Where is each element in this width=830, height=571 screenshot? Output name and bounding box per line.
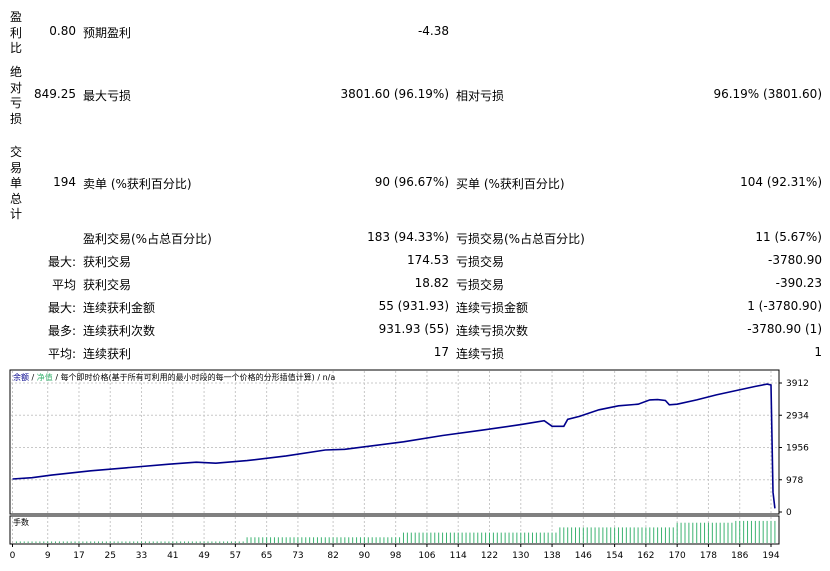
x-tick-label: 146 (575, 551, 592, 561)
x-tick-label: 138 (543, 551, 560, 561)
stat-right-value: -3780.90 (1) (747, 322, 822, 336)
legend-entry: 余额 (13, 372, 29, 382)
x-tick-label: 186 (731, 551, 748, 561)
y-tick-label: 2934 (786, 411, 809, 421)
stat-right-label: 买单 (%获利百分比) (456, 177, 565, 191)
stat-right-label: 亏损交易 (456, 278, 505, 292)
stat-mid-value: 90 (96.67%) (374, 175, 449, 189)
x-tick-label: 82 (327, 551, 338, 561)
stat-mid-label: 卖单 (%获利百分比) (83, 177, 192, 191)
stat-mid-label: 获利交易 (83, 278, 132, 292)
legend-entry: n/a (323, 373, 336, 382)
stat-mid-value: 18.82 (414, 276, 449, 290)
balance-chart: 0 9 17 25 33 41 49 57 65 73 82 90 98 106 114 122 130 138 1… (0, 369, 830, 568)
stat-mid-value: 174.53 (407, 253, 449, 267)
stat-mid-label: 连续获利 (83, 347, 132, 361)
x-tick-label: 114 (450, 551, 467, 561)
x-tick-label: 162 (637, 551, 654, 561)
stat-right-label: 连续亏损 (456, 347, 505, 361)
x-tick-label: 194 (762, 551, 779, 561)
legend-separator: / (29, 373, 37, 382)
y-tick-label: 978 (786, 476, 803, 486)
y-tick-label: 3912 (786, 379, 809, 389)
main-chart-frame (9, 369, 780, 515)
stat-left-value: 194 (53, 175, 76, 189)
x-tick-label: 65 (261, 551, 272, 561)
stat-left-value: 0.80 (49, 24, 76, 38)
x-tick-label: 154 (606, 551, 623, 561)
x-tick-label: 130 (512, 551, 529, 561)
x-tick-label: 17 (73, 551, 84, 561)
stat-mid-label: 获利交易 (83, 255, 132, 269)
stat-left-value: 最大: (47, 301, 76, 315)
stat-right-value: 1 (-3780.90) (747, 299, 822, 313)
chart-legend: 余额 / 净值 / 每个即时价格(基于所有可利用的最小时段的每一个价格的分形插值… (13, 372, 335, 382)
legend-entry: 净值 (37, 372, 53, 382)
stat-left-value: 最多: (47, 324, 76, 338)
legend-separator: / (53, 373, 61, 382)
stat-mid-value: 3801.60 (96.19%) (340, 87, 449, 101)
stat-mid-value: 931.93 (55) (378, 322, 449, 336)
stat-right-label: 连续亏损金额 (456, 301, 529, 315)
x-tick-label: 33 (136, 551, 147, 561)
stat-mid-value: 183 (94.33%) (367, 230, 449, 244)
stat-right-value: -3780.90 (768, 253, 822, 267)
x-tick-label: 90 (359, 551, 371, 561)
volume-chart-frame (9, 515, 780, 545)
stat-right-label: 亏损交易(%占总百分比) (456, 232, 585, 246)
x-tick-label: 0 (10, 551, 16, 561)
stat-right-value: 1 (814, 345, 822, 359)
x-tick-label: 170 (669, 551, 686, 561)
stat-mid-value: 17 (433, 345, 449, 359)
x-tick-label: 41 (167, 551, 178, 561)
x-tick-label: 106 (418, 551, 435, 561)
x-tick-label: 57 (230, 551, 241, 561)
x-tick-label: 73 (292, 551, 303, 561)
stat-group-label: 交易单总计 (10, 145, 23, 221)
y-tick-label: 0 (786, 508, 792, 518)
stat-right-label: 亏损交易 (456, 255, 505, 269)
stat-mid-label: 最大亏损 (83, 89, 132, 103)
stat-mid-label: 盈利交易(%占总百分比) (83, 232, 212, 246)
stat-mid-label: 连续获利次数 (83, 324, 156, 338)
stat-mid-label: 连续获利金额 (83, 301, 156, 315)
stat-left-value: 平均 (51, 278, 76, 292)
stat-left-value: 849.25 (34, 87, 76, 101)
x-tick-label: 178 (700, 551, 717, 561)
x-tick-label: 49 (198, 551, 210, 561)
legend-separator: / (315, 373, 323, 382)
stat-right-label: 相对亏损 (456, 89, 505, 103)
stat-left-value: 最大: (47, 255, 76, 269)
stat-mid-value: 55 (931.93) (378, 299, 449, 313)
volume-panel-label: 手数 (13, 517, 29, 527)
stat-right-value: 104 (92.31%) (740, 175, 822, 189)
stat-group-label: 盈利比 (10, 10, 23, 55)
x-tick-label: 9 (45, 551, 51, 561)
legend-entry: 每个即时价格(基于所有可利用的最小时段的每一个价格的分形插值计算) (61, 372, 315, 382)
stat-group-label: 绝对亏损 (10, 65, 23, 126)
stat-right-label: 连续亏损次数 (456, 324, 529, 338)
stat-right-value: -390.23 (775, 276, 822, 290)
y-tick-label: 1956 (786, 444, 809, 454)
stat-right-value: 96.19% (3801.60) (713, 87, 822, 101)
stat-mid-label: 预期盈利 (83, 26, 132, 40)
x-tick-label: 98 (390, 551, 402, 561)
x-tick-label: 25 (105, 551, 116, 561)
x-tick-label: 122 (481, 551, 498, 561)
chart-svg: 0 9 17 25 33 41 49 57 65 73 82 90 98 106 114 122 130 138 1… (9, 369, 809, 561)
stat-mid-value: -4.38 (417, 24, 449, 38)
stat-right-value: 11 (5.67%) (755, 230, 822, 244)
stat-left-value: 平均: (47, 347, 76, 361)
